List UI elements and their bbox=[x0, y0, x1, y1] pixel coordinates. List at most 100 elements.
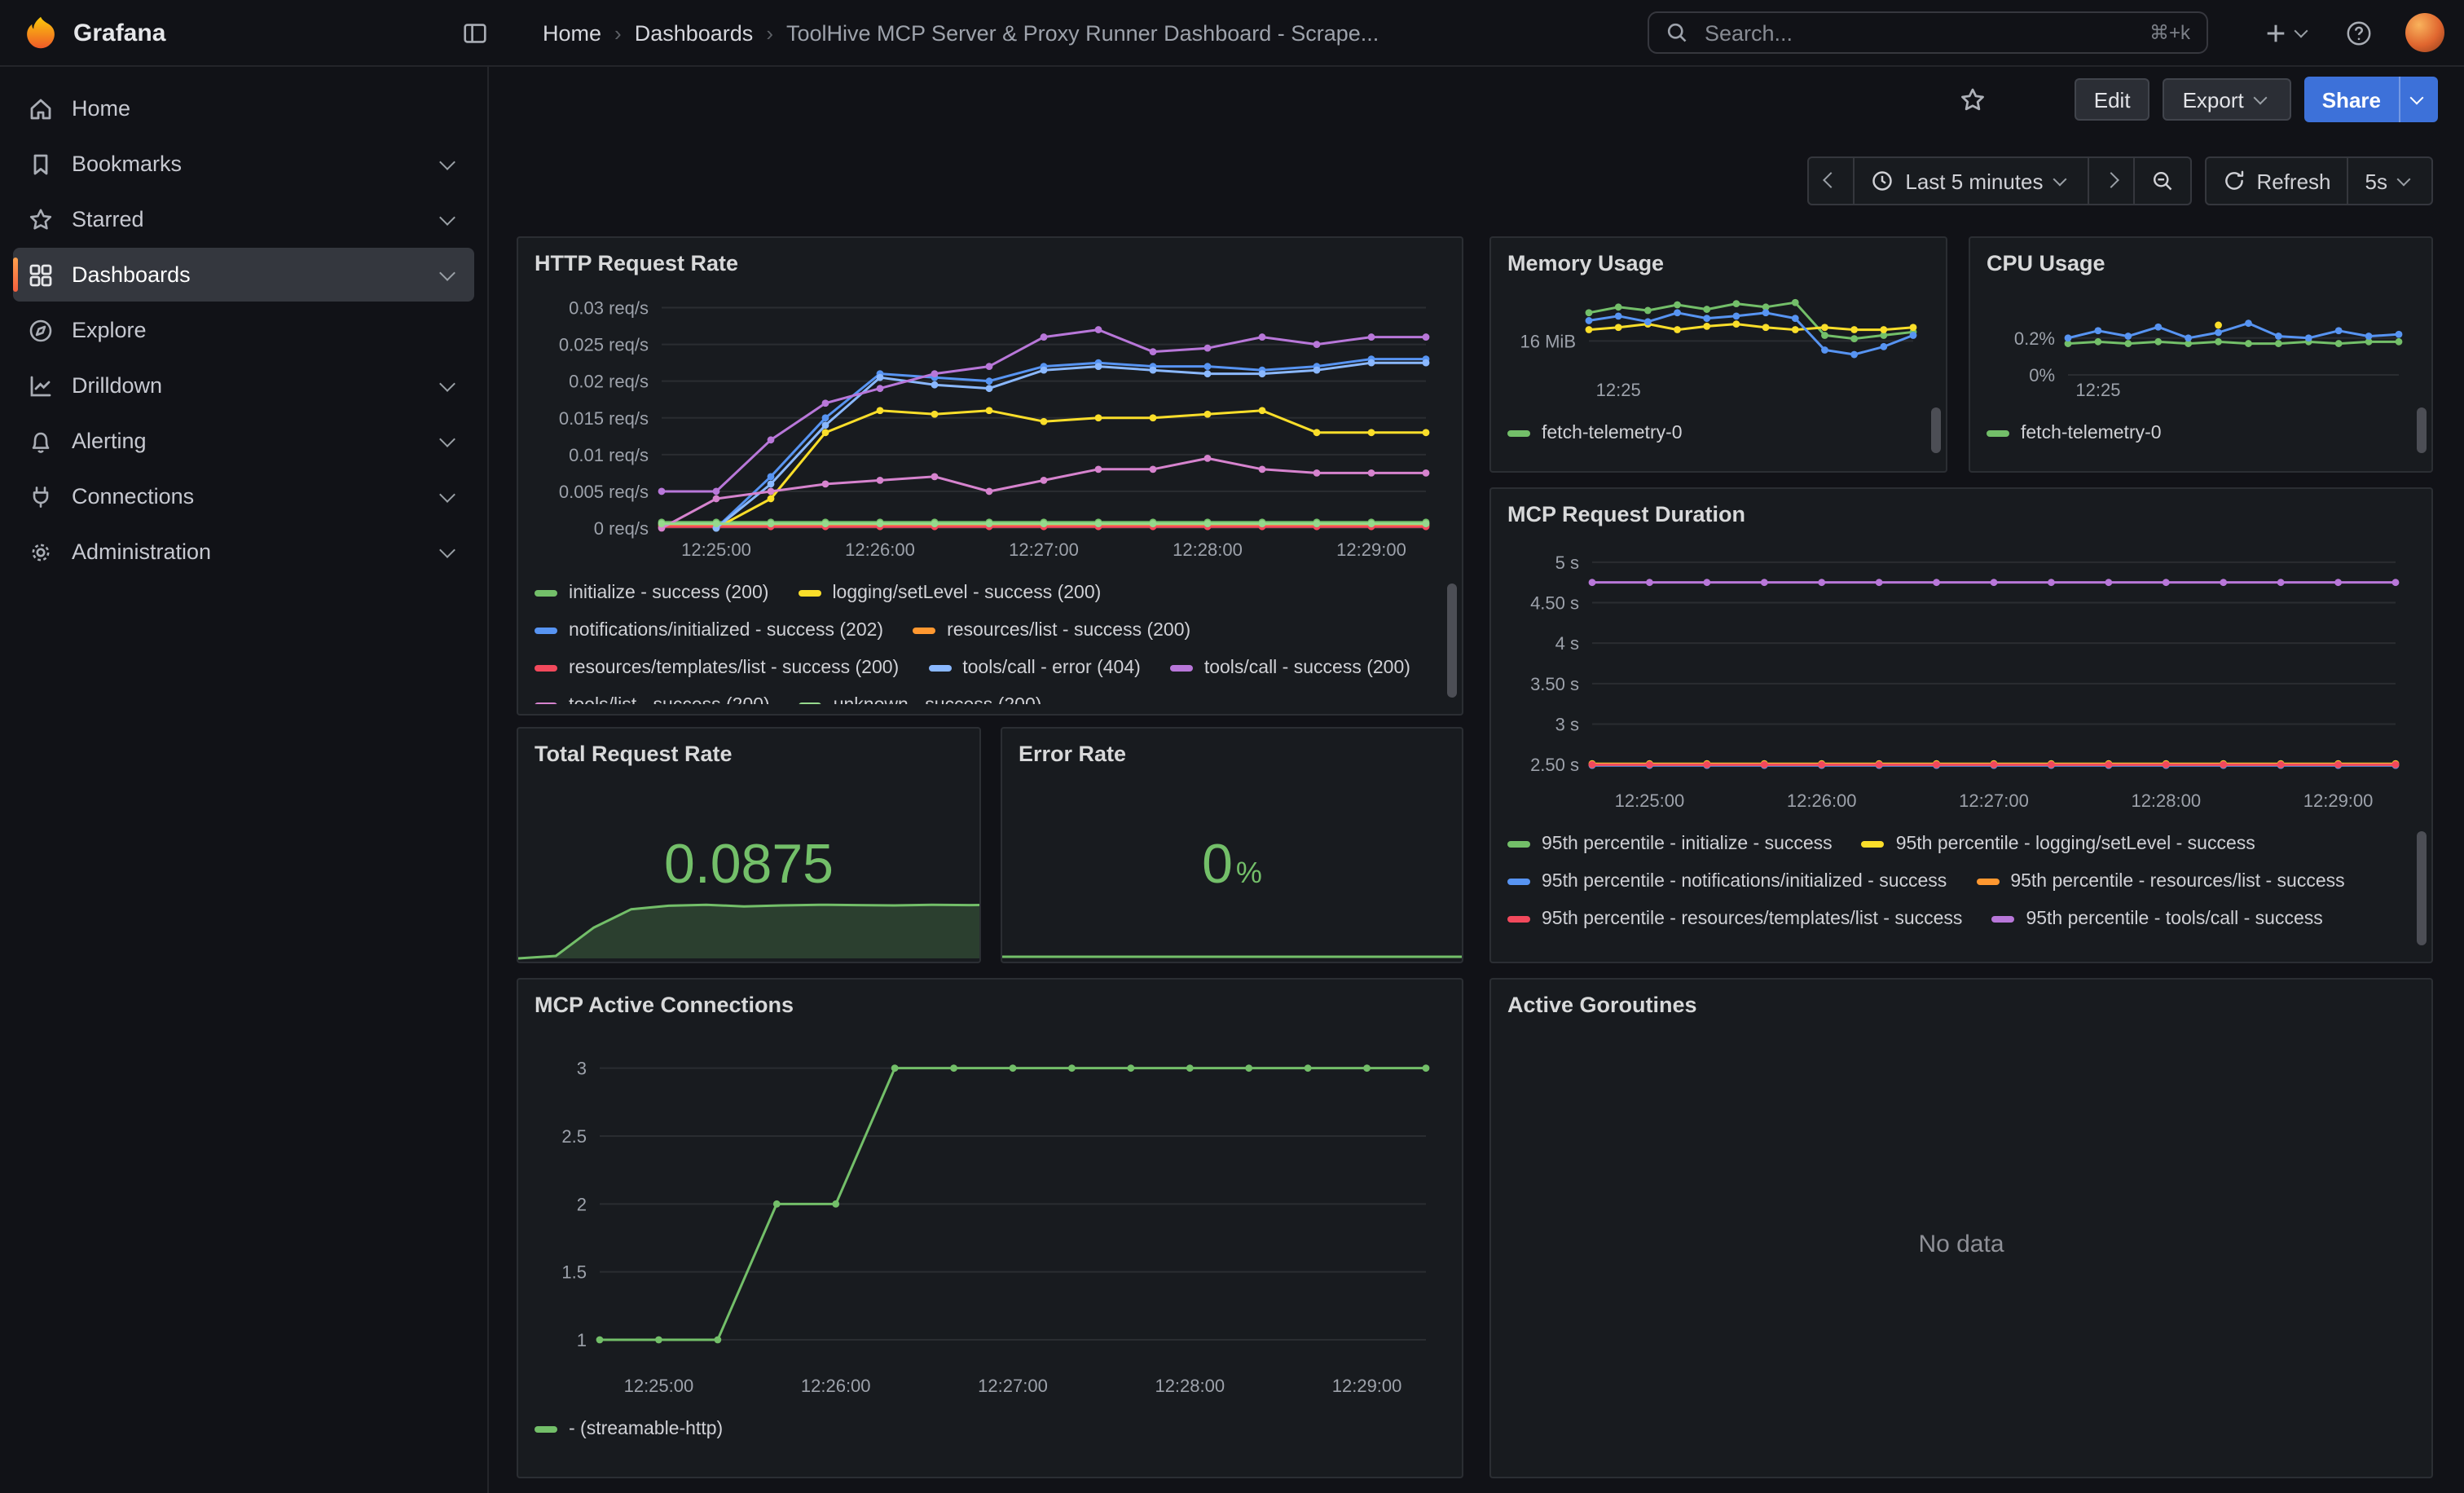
legend-scrollbar[interactable] bbox=[2417, 831, 2427, 945]
panel-title[interactable]: CPU Usage bbox=[1987, 248, 2415, 280]
legend-scrollbar[interactable] bbox=[1931, 407, 1941, 453]
legend-item[interactable]: 95th percentile - resources/list - succe… bbox=[1976, 867, 2344, 896]
legend-swatch bbox=[1170, 665, 1193, 672]
breadcrumb-dashboards[interactable]: Dashboards bbox=[635, 20, 754, 45]
http-request-rate-chart[interactable]: 0 req/s0.005 req/s0.01 req/s0.015 req/s0… bbox=[535, 280, 1445, 564]
legend-item[interactable]: 95th percentile - tools/call - success bbox=[1991, 905, 2322, 934]
panel-title[interactable]: Total Request Rate bbox=[535, 738, 963, 771]
legend-item[interactable]: notifications/initialized - success (202… bbox=[535, 616, 883, 645]
legend-item[interactable]: tools/list - success (200) bbox=[535, 691, 770, 704]
export-button[interactable]: Export bbox=[2163, 78, 2291, 121]
favorite-star-button[interactable] bbox=[1949, 84, 1996, 115]
legend-item[interactable]: - (streamable-http) bbox=[535, 1415, 723, 1444]
panel-cpu-usage: CPU Usage 0.2%0%12:25 fetch-telemetry-0 bbox=[1969, 236, 2433, 473]
sidebar-item-label: Explore bbox=[72, 318, 460, 342]
panel-memory-usage: Memory Usage 16 MiB12:25 fetch-telemetry… bbox=[1489, 236, 1947, 473]
legend-item[interactable]: tools/call - success (200) bbox=[1170, 654, 1410, 683]
legend-item[interactable]: 95th percentile - initialize - success bbox=[1507, 830, 1833, 859]
legend-swatch bbox=[798, 590, 821, 597]
legend-scrollbar[interactable] bbox=[1447, 584, 1457, 698]
zoom-out-button[interactable] bbox=[2134, 156, 2191, 205]
legend-item[interactable]: resources/list - success (200) bbox=[913, 616, 1190, 645]
edit-button[interactable]: Edit bbox=[2075, 78, 2150, 121]
panel-title[interactable]: Error Rate bbox=[1019, 738, 1445, 771]
memory-usage-chart[interactable]: 16 MiB12:25 bbox=[1507, 280, 1929, 404]
svg-text:12:27:00: 12:27:00 bbox=[1959, 791, 2029, 811]
legend: - (streamable-http) bbox=[535, 1415, 1445, 1467]
legend: 95th percentile - initialize - success 95… bbox=[1507, 830, 2415, 952]
time-forward-button[interactable] bbox=[2088, 156, 2134, 205]
svg-text:12:25: 12:25 bbox=[2075, 380, 2120, 400]
sidebar-item-home[interactable]: Home bbox=[13, 81, 474, 135]
svg-text:4.50 s: 4.50 s bbox=[1530, 593, 1579, 614]
legend-item[interactable]: 95th percentile - resources/templates/li… bbox=[1507, 905, 1962, 934]
legend-item[interactable]: initialize - success (200) bbox=[535, 579, 768, 608]
panel-total-request-rate: Total Request Rate 0.0875 bbox=[517, 727, 981, 963]
share-button[interactable]: Share bbox=[2304, 77, 2399, 122]
panel-title[interactable]: MCP Request Duration bbox=[1507, 499, 2415, 531]
legend-item[interactable]: fetch-telemetry-0 bbox=[1507, 419, 1683, 448]
legend: initialize - success (200) logging/setLev… bbox=[535, 579, 1445, 704]
sidebar-item-connections[interactable]: Connections bbox=[13, 469, 474, 523]
legend-item[interactable]: logging/setLevel - success (200) bbox=[798, 579, 1101, 608]
legend-swatch bbox=[535, 665, 557, 672]
share-menu-button[interactable] bbox=[2399, 77, 2438, 122]
panel-title[interactable]: Memory Usage bbox=[1507, 248, 1929, 280]
nav-sidebar: Home Bookmarks Starred Dashboards Explor… bbox=[0, 65, 489, 1493]
sidebar-item-drilldown[interactable]: Drilldown bbox=[13, 359, 474, 412]
panel-title[interactable]: HTTP Request Rate bbox=[535, 248, 1445, 280]
legend-scrollbar[interactable] bbox=[2417, 407, 2427, 453]
legend-item[interactable]: unknown - success (200) bbox=[799, 691, 1042, 704]
sidebar-item-bookmarks[interactable]: Bookmarks bbox=[13, 137, 474, 191]
legend-item[interactable]: fetch-telemetry-0 bbox=[1987, 419, 2162, 448]
clock-icon bbox=[1871, 170, 1894, 192]
legend-label: - (streamable-http) bbox=[569, 1420, 723, 1439]
sidebar-item-administration[interactable]: Administration bbox=[13, 525, 474, 579]
grafana-logo-icon[interactable] bbox=[23, 15, 59, 51]
stat-value: 0.0875 bbox=[535, 833, 963, 896]
chevron-down-icon bbox=[439, 375, 455, 391]
sidebar-item-label: Dashboards bbox=[72, 262, 424, 287]
mcp-active-connections-chart[interactable]: 11.522.5312:25:0012:26:0012:27:0012:28:0… bbox=[535, 1022, 1445, 1400]
refresh-interval-picker[interactable]: 5s bbox=[2349, 156, 2433, 205]
refresh-button[interactable]: Refresh bbox=[2204, 156, 2348, 205]
svg-text:0.015 req/s: 0.015 req/s bbox=[559, 408, 649, 429]
compass-icon bbox=[28, 317, 54, 343]
svg-text:0.02 req/s: 0.02 req/s bbox=[569, 372, 649, 392]
sidebar-item-alerting[interactable]: Alerting bbox=[13, 414, 474, 468]
sidebar-toggle-button[interactable] bbox=[453, 13, 495, 52]
panel-mcp-request-duration: MCP Request Duration 2.50 s3 s3.50 s4 s4… bbox=[1489, 487, 2433, 963]
breadcrumb-home[interactable]: Home bbox=[543, 20, 601, 45]
legend-item[interactable]: tools/call - error (404) bbox=[928, 654, 1141, 683]
sidebar-item-explore[interactable]: Explore bbox=[13, 303, 474, 357]
user-avatar[interactable] bbox=[2405, 13, 2444, 52]
grafana-app: Grafana Home › Dashboards › ToolHive MCP… bbox=[0, 0, 2464, 1493]
svg-text:0 req/s: 0 req/s bbox=[594, 518, 649, 539]
sidebar-item-dashboards[interactable]: Dashboards bbox=[13, 248, 474, 302]
dashboards-grid-icon bbox=[28, 262, 54, 288]
bookmark-icon bbox=[28, 151, 54, 177]
mcp-request-duration-chart[interactable]: 2.50 s3 s3.50 s4 s4.50 s5 s12:25:0012:26… bbox=[1507, 531, 2415, 815]
chevron-down-icon bbox=[439, 541, 455, 557]
sidebar-item-starred[interactable]: Starred bbox=[13, 192, 474, 246]
legend-label: fetch-telemetry-0 bbox=[2021, 424, 2162, 443]
legend-item[interactable]: 95th percentile - notifications/initiali… bbox=[1507, 867, 1947, 896]
svg-text:12:25:00: 12:25:00 bbox=[681, 540, 751, 560]
search-bar[interactable]: ⌘+k bbox=[1648, 11, 2208, 54]
help-button[interactable] bbox=[2345, 19, 2373, 46]
breadcrumb-current: ToolHive MCP Server & Proxy Runner Dashb… bbox=[786, 20, 1379, 45]
svg-text:16 MiB: 16 MiB bbox=[1520, 331, 1576, 351]
time-back-button[interactable] bbox=[1807, 156, 1855, 205]
legend-swatch bbox=[1987, 430, 2009, 437]
panel-title[interactable]: Active Goroutines bbox=[1507, 989, 2415, 1022]
legend-item[interactable]: 95th percentile - logging/setLevel - suc… bbox=[1862, 830, 2255, 859]
legend-label: logging/setLevel - success (200) bbox=[832, 584, 1101, 603]
search-input[interactable] bbox=[1701, 19, 2136, 46]
add-new-button[interactable] bbox=[2264, 20, 2312, 45]
panel-title[interactable]: MCP Active Connections bbox=[535, 989, 1445, 1022]
legend-item[interactable]: resources/templates/list - success (200) bbox=[535, 654, 899, 683]
legend-swatch bbox=[535, 1426, 557, 1433]
time-range-picker[interactable]: Last 5 minutes bbox=[1855, 156, 2088, 205]
svg-text:12:26:00: 12:26:00 bbox=[845, 540, 915, 560]
cpu-usage-chart[interactable]: 0.2%0%12:25 bbox=[1987, 280, 2415, 404]
